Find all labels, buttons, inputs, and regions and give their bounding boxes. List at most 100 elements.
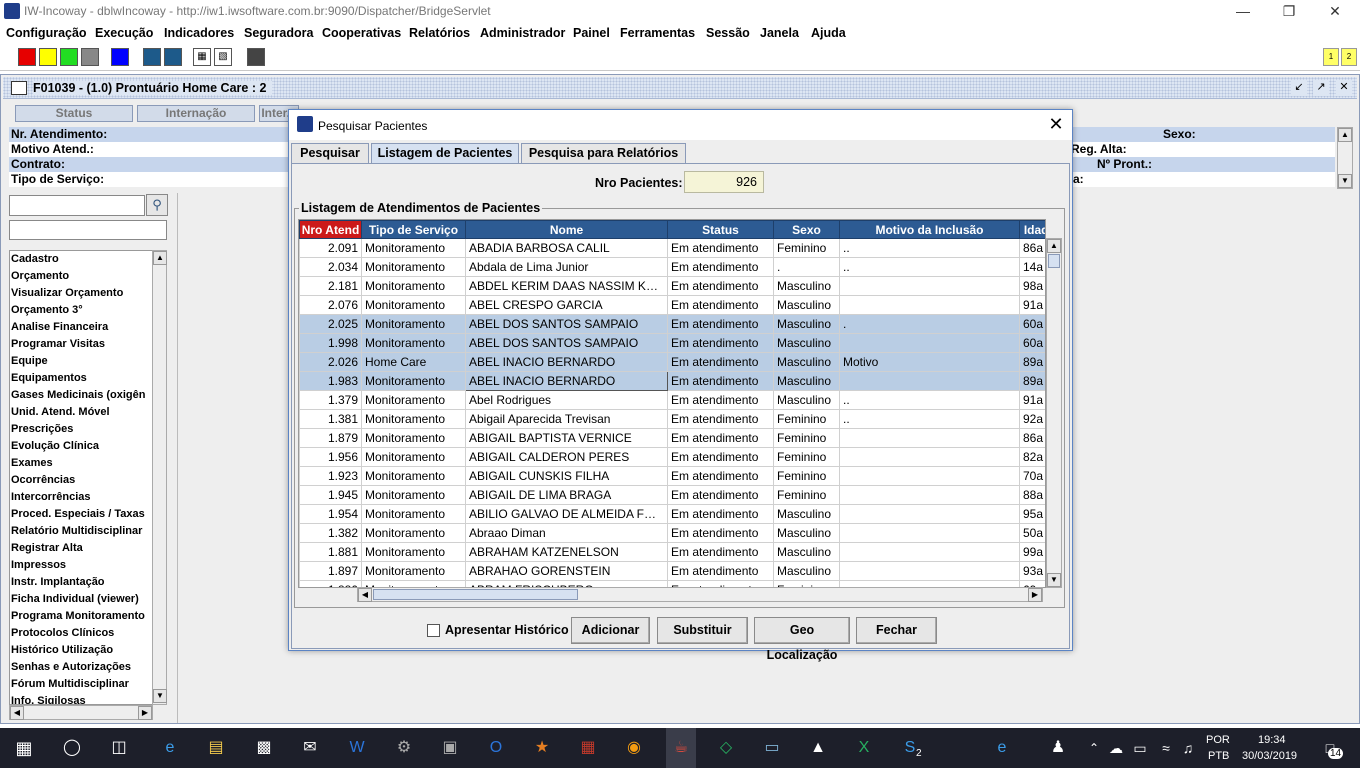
table-row[interactable]: 1.379 Monitoramento Abel Rodrigues Em atend… xyxy=(299,390,1045,410)
sidebar-item[interactable]: Senhas e Autorizações xyxy=(10,659,152,676)
menu-execucao[interactable]: Execução xyxy=(95,26,153,40)
table-row[interactable]: 1.956 Monitoramento ABIGAIL CALDERON PERES… xyxy=(299,447,1045,467)
sidebar-scroll-right-icon[interactable]: ▶ xyxy=(138,706,152,720)
scroll-up-icon[interactable]: ▲ xyxy=(1338,128,1352,142)
table-row[interactable]: 2.091 Monitoramento ABADIA BARBOSA CALIL Em… xyxy=(299,238,1045,258)
sidebar-scroll-down-icon[interactable]: ▼ xyxy=(153,689,167,703)
sidebar-item[interactable]: Unid. Atend. Móvel xyxy=(10,404,152,421)
table-scroll-down-icon[interactable]: ▼ xyxy=(1047,573,1061,587)
sidebar-item[interactable]: Evolução Clínica xyxy=(10,438,152,455)
table-row[interactable]: 1.382 Monitoramento Abraao Diman Em atendim… xyxy=(299,523,1045,543)
tab-status[interactable]: Status xyxy=(15,105,133,122)
sidebar-item[interactable]: Ocorrências xyxy=(10,472,152,489)
minimize-icon[interactable]: — xyxy=(1220,0,1266,23)
sidebar-item[interactable]: Orçamento 3° xyxy=(10,302,152,319)
tab-pesquisa-relatorios[interactable]: Pesquisa para Relatórios xyxy=(521,143,686,163)
sidebar-item[interactable]: Programa Monitoramento xyxy=(10,608,152,625)
table-scroll-right-icon[interactable]: ▶ xyxy=(1028,588,1042,602)
search-icon[interactable]: ⚲ xyxy=(146,194,168,216)
maximize-icon[interactable]: ❐ xyxy=(1266,0,1312,23)
sidebar-search-input[interactable] xyxy=(9,195,145,216)
menu-configuracao[interactable]: Configuração xyxy=(6,26,87,40)
table-row[interactable]: 1.897 Monitoramento ABRAHAO GORENSTEIN Em a… xyxy=(299,561,1045,581)
tray-arrow-icon[interactable]: ⌃ xyxy=(1082,736,1106,760)
table-row[interactable]: 1.881 Monitoramento ABRAHAM KATZENELSON Em … xyxy=(299,542,1045,562)
table-horizontal-scrollbar[interactable]: ◀ ▶ xyxy=(357,587,1043,602)
table-row[interactable]: 1.381 Monitoramento Abigail Aparecida Trev… xyxy=(299,409,1045,429)
menu-seguradora[interactable]: Seguradora xyxy=(244,26,313,40)
table-row[interactable]: 1.983 Monitoramento ABEL INACIO BERNARDO Em… xyxy=(299,371,1045,391)
sidebar-item[interactable]: Ficha Individual (viewer) xyxy=(10,591,152,608)
expand-icon[interactable]: ↗ xyxy=(1313,80,1329,96)
menu-indicadores[interactable]: Indicadores xyxy=(164,26,234,40)
sidebar-item[interactable]: Exames xyxy=(10,455,152,472)
sidebar-item[interactable]: Impressos xyxy=(10,557,152,574)
table-row[interactable]: 1.923 Monitoramento ABIGAIL CUNSKIS FILHA E… xyxy=(299,466,1045,486)
col-motivo[interactable]: Motivo da Inclusão xyxy=(839,220,1020,239)
table-row[interactable]: 2.025 Monitoramento ABEL DOS SANTOS SAMPAI… xyxy=(299,314,1045,334)
color-button-yellow[interactable] xyxy=(39,48,57,66)
table-row[interactable]: 2.026 Home Care ABEL INACIO BERNARDO Em ate… xyxy=(299,352,1045,372)
outlook-icon[interactable]: O xyxy=(484,736,508,760)
table-row[interactable]: 2.076 Monitoramento ABEL CRESPO GARCIA Em a… xyxy=(299,295,1045,315)
color-button-gray[interactable] xyxy=(81,48,99,66)
sidebar-item[interactable]: Analise Financeira xyxy=(10,319,152,336)
sidebar-item[interactable]: Equipamentos xyxy=(10,370,152,387)
menu-administrador[interactable]: Administrador xyxy=(480,26,565,40)
task-view-icon[interactable]: ◫ xyxy=(107,736,131,760)
cloud-icon[interactable]: ☁ xyxy=(1104,736,1128,760)
photos-icon[interactable]: ▲ xyxy=(806,736,830,760)
sidebar-item[interactable]: Programar Visitas xyxy=(10,336,152,353)
sidebar-scroll-left-icon[interactable]: ◀ xyxy=(10,706,24,720)
table-row[interactable]: 1.998 Monitoramento ABEL DOS SANTOS SAMPAI… xyxy=(299,333,1045,353)
table-row[interactable]: 1.945 Monitoramento ABIGAIL DE LIMA BRAGA E… xyxy=(299,485,1045,505)
excel-icon[interactable]: X xyxy=(852,736,876,760)
tab-internacao[interactable]: Internação xyxy=(137,105,255,122)
tab-listagem-pacientes[interactable]: Listagem de Pacientes xyxy=(371,143,519,164)
grid-icon[interactable]: ▦ xyxy=(193,48,211,66)
wifi-icon[interactable]: ≈ xyxy=(1154,736,1178,760)
calculator-icon[interactable]: ▧ xyxy=(214,48,232,66)
volume-icon[interactable]: ♫ xyxy=(1176,736,1200,760)
color-button-green[interactable] xyxy=(60,48,78,66)
sidebar-item[interactable]: Cadastro xyxy=(10,251,152,268)
menu-sessao[interactable]: Sessão xyxy=(706,26,750,40)
geo-localizacao-button[interactable]: Geo Localização xyxy=(754,617,850,662)
windows-start-icon[interactable]: ▦ xyxy=(12,736,36,760)
substituir-button[interactable]: Substituir xyxy=(657,617,748,644)
sidebar-item[interactable]: Instr. Implantação xyxy=(10,574,152,591)
sidebar-item[interactable]: Visualizar Orçamento xyxy=(10,285,152,302)
color-button-teal-2[interactable] xyxy=(164,48,182,66)
color-button-dark[interactable] xyxy=(247,48,265,66)
language-code[interactable]: POR xyxy=(1206,734,1230,746)
table-scroll-up-icon[interactable]: ▲ xyxy=(1047,239,1061,253)
sidebar-item[interactable]: Protocolos Clínicos xyxy=(10,625,152,642)
frame-close-icon[interactable]: ✕ xyxy=(1336,80,1352,96)
app-icon-tools[interactable]: ⚙ xyxy=(392,736,416,760)
session-1-button[interactable]: 1 xyxy=(1323,48,1339,66)
col-sexo[interactable]: Sexo xyxy=(773,220,840,239)
historico-checkbox[interactable] xyxy=(427,624,440,637)
java-icon[interactable]: ☕ xyxy=(666,728,696,768)
close-icon[interactable]: ✕ xyxy=(1312,0,1358,23)
menu-relatorios[interactable]: Relatórios xyxy=(409,26,470,40)
sidebar-item[interactable]: Prescrições xyxy=(10,421,152,438)
clock-date[interactable]: 30/03/2019 xyxy=(1242,750,1297,762)
col-nome[interactable]: Nome xyxy=(465,220,668,239)
sidebar-item[interactable]: Fórum Multidisciplinar xyxy=(10,676,152,693)
sidebar-hscrollbar[interactable]: ◀ ▶ xyxy=(9,705,153,720)
paint-icon[interactable]: ★ xyxy=(530,736,554,760)
word-icon[interactable]: W xyxy=(345,736,369,760)
col-status[interactable]: Status xyxy=(667,220,774,239)
sidebar-item[interactable]: Proced. Especiais / Taxas xyxy=(10,506,152,523)
clock-time[interactable]: 19:34 xyxy=(1258,734,1286,746)
battery-icon[interactable]: ▭ xyxy=(1128,736,1152,760)
table-hscroll-thumb[interactable] xyxy=(373,589,578,600)
menu-ajuda[interactable]: Ajuda xyxy=(811,26,846,40)
edge-icon[interactable]: e xyxy=(158,736,182,760)
app-icon-books[interactable]: ▦ xyxy=(576,736,600,760)
keyboard-layout[interactable]: PTB xyxy=(1208,750,1229,762)
table-scroll-left-icon[interactable]: ◀ xyxy=(358,588,372,602)
restore-icon[interactable]: ↙ xyxy=(1291,80,1307,96)
menu-janela[interactable]: Janela xyxy=(760,26,799,40)
